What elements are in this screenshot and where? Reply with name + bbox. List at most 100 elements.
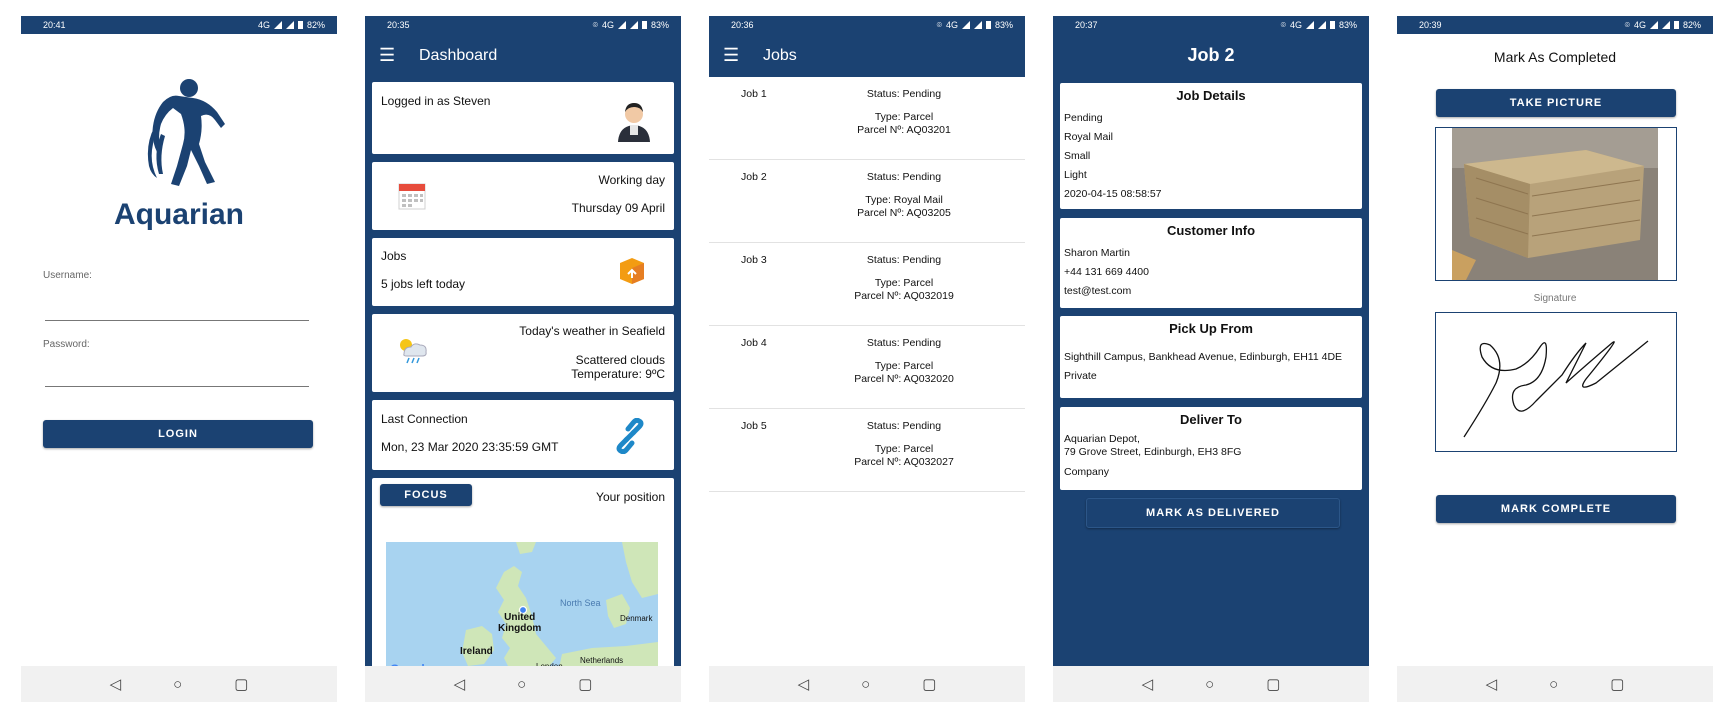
dashboard-screen: 20:35 ⌾ 4G 83% ☰ Dashboard Logged in as …: [365, 16, 681, 702]
job-row[interactable]: Job 5 Status: Pending Type: Parcel Parce…: [709, 409, 1025, 492]
signal-icon: [629, 21, 638, 29]
pickup-type: Private: [1064, 370, 1097, 382]
photo-image: [1452, 128, 1658, 280]
job-detail-screen: 20:37 ⌾ 4G 83% Job 2 Job Details Pending…: [1053, 16, 1369, 702]
job-status: Status: Pending: [866, 171, 942, 183]
network-label: 4G: [945, 20, 958, 30]
detail-weight: Light: [1064, 169, 1087, 181]
deliver-type: Company: [1064, 466, 1109, 478]
status-time: 20:41: [43, 20, 66, 30]
signal-icon: [1317, 21, 1326, 29]
location-icon: ⌾: [936, 19, 942, 30]
link-icon: [616, 418, 644, 454]
jobs-screen: 20:36 ⌾ 4G 83% ☰ Jobs Job 1 Status: Pend…: [709, 16, 1025, 702]
signal-icon: [973, 21, 982, 29]
map-label-ireland: Ireland: [460, 646, 493, 657]
job-type: Type: Parcel: [874, 111, 934, 123]
customer-name: Sharon Martin: [1064, 247, 1130, 259]
back-icon[interactable]: ◁: [110, 677, 122, 692]
job-parcel-number: Parcel Nº: AQ03205: [857, 207, 951, 219]
system-nav-bar: ◁ ○ ▢: [1397, 666, 1713, 702]
mark-complete-screen: 20:39 ⌾ 4G 82% Mark As Completed TAKE PI…: [1397, 16, 1713, 702]
location-icon: ⌾: [1280, 19, 1286, 30]
signal-icon: [1305, 21, 1314, 29]
recents-icon[interactable]: ▢: [1610, 677, 1624, 692]
battery-icon: [1673, 21, 1679, 29]
job-name: Job 2: [741, 171, 767, 183]
back-icon[interactable]: ◁: [454, 677, 466, 692]
focus-button[interactable]: FOCUS: [380, 484, 472, 506]
job-row[interactable]: Job 2 Status: Pending Type: Royal Mail P…: [709, 160, 1025, 243]
status-bar: 20:36 ⌾ 4G 83%: [709, 16, 1025, 34]
detail-datetime: 2020-04-15 08:58:57: [1064, 188, 1162, 200]
battery-label: 83%: [650, 20, 669, 30]
password-field[interactable]: [45, 386, 309, 387]
signature-drawing: [1463, 340, 1649, 438]
job-row[interactable]: Job 3 Status: Pending Type: Parcel Parce…: [709, 243, 1025, 326]
system-nav-bar: ◁ ○ ▢: [365, 666, 681, 702]
app-bar: ☰ Dashboard: [365, 34, 681, 77]
jobs-card[interactable]: Jobs 5 jobs left today: [372, 238, 674, 306]
recents-icon[interactable]: ▢: [234, 677, 248, 692]
job-name: Job 5: [741, 420, 767, 432]
page-heading: Mark As Completed: [1493, 49, 1617, 65]
signal-icon: [1661, 21, 1670, 29]
job-status: Status: Pending: [866, 420, 942, 432]
password-label: Password:: [43, 339, 90, 350]
job-type: Type: Parcel: [874, 277, 934, 289]
map-view[interactable]: North Sea United Kingdom Ireland Denmark…: [386, 542, 658, 682]
back-icon[interactable]: ◁: [798, 677, 810, 692]
job-details-header: Job Details: [1176, 88, 1246, 103]
recents-icon[interactable]: ▢: [922, 677, 936, 692]
weather-card: Today's weather in Seafield Scattered cl…: [372, 314, 674, 392]
home-icon[interactable]: ○: [1549, 677, 1558, 692]
calendar-icon: [398, 183, 426, 210]
menu-icon[interactable]: ☰: [379, 45, 419, 66]
signal-icon: [961, 21, 970, 29]
recents-icon[interactable]: ▢: [578, 677, 592, 692]
back-icon[interactable]: ◁: [1142, 677, 1154, 692]
signature-pad[interactable]: [1435, 312, 1677, 452]
home-icon[interactable]: ○: [1205, 677, 1214, 692]
job-name: Job 1: [741, 88, 767, 100]
customer-phone[interactable]: +44 131 669 4400: [1060, 263, 1362, 282]
network-label: 4G: [1633, 20, 1646, 30]
mark-complete-button[interactable]: MARK COMPLETE: [1436, 495, 1676, 523]
job-parcel-number: Parcel Nº: AQ032020: [854, 373, 954, 385]
job-parcel-number: Parcel Nº: AQ03201: [857, 124, 951, 136]
home-icon[interactable]: ○: [517, 677, 526, 692]
map-label-denmark: Denmark: [620, 614, 653, 623]
customer-email[interactable]: test@test.com: [1060, 282, 1362, 301]
signal-icon: [617, 21, 626, 29]
username-label: Username:: [43, 270, 92, 281]
back-icon[interactable]: ◁: [1486, 677, 1498, 692]
home-icon[interactable]: ○: [173, 677, 182, 692]
recents-icon[interactable]: ▢: [1266, 677, 1280, 692]
pickup-header: Pick Up From: [1169, 321, 1253, 336]
home-icon[interactable]: ○: [861, 677, 870, 692]
status-time: 20:35: [387, 20, 410, 30]
status-bar: 20:39 ⌾ 4G 82%: [1397, 16, 1713, 34]
customer-info-card: Customer Info Sharon Martin +44 131 669 …: [1060, 218, 1362, 308]
take-picture-button[interactable]: TAKE PICTURE: [1436, 89, 1676, 117]
page-title: Dashboard: [419, 46, 498, 64]
login-button[interactable]: LOGIN: [43, 420, 313, 448]
last-connection-value: Mon, 23 Mar 2020 23:35:59 GMT: [381, 440, 559, 454]
battery-label: 83%: [1338, 20, 1357, 30]
job-row[interactable]: Job 1 Status: Pending Type: Parcel Parce…: [709, 77, 1025, 160]
last-connection-label: Last Connection: [381, 412, 468, 426]
system-nav-bar: ◁ ○ ▢: [21, 666, 337, 702]
mark-delivered-button[interactable]: MARK AS DELIVERED: [1086, 498, 1340, 528]
login-screen: 20:41 4G 82% Aquarian Username: Password…: [21, 16, 337, 702]
system-nav-bar: ◁ ○ ▢: [1053, 666, 1369, 702]
menu-icon[interactable]: ☰: [723, 45, 763, 66]
working-day-label: Working day: [598, 173, 665, 187]
working-day-card: Working day Thursday 09 April: [372, 162, 674, 230]
deliver-header: Deliver To: [1180, 412, 1242, 427]
deliver-address: 79 Grove Street, Edinburgh, EH3 8FG: [1064, 446, 1242, 458]
app-bar: ☰ Jobs: [709, 34, 1025, 77]
job-type: Type: Royal Mail: [865, 194, 943, 206]
job-row[interactable]: Job 4 Status: Pending Type: Parcel Parce…: [709, 326, 1025, 409]
job-status: Status: Pending: [866, 88, 942, 100]
username-field[interactable]: [45, 320, 309, 321]
